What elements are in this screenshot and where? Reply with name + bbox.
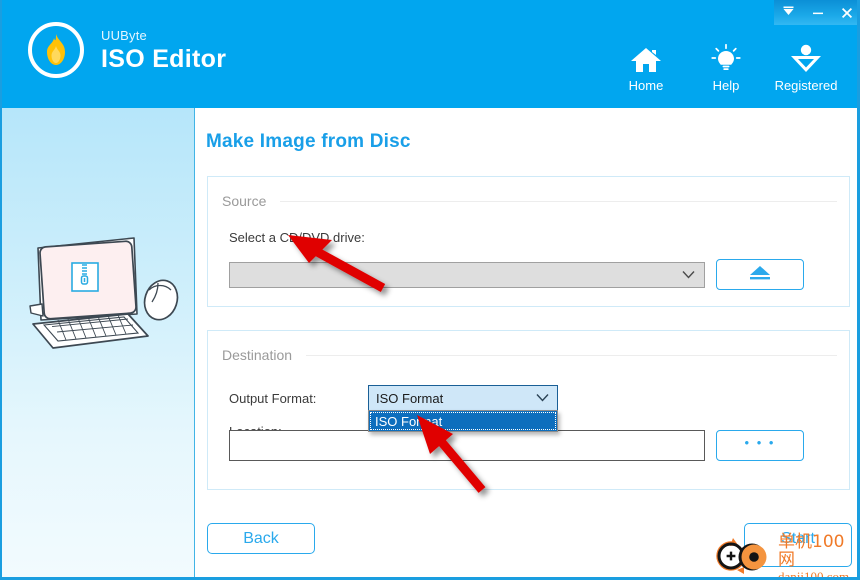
destination-panel: Destination Output Format: ISO Format IS…: [207, 330, 850, 490]
drive-field-label: Select a CD/DVD drive:: [229, 230, 365, 245]
home-icon: [630, 40, 662, 74]
brand: UUByte ISO Editor: [28, 22, 226, 78]
brand-subtitle: UUByte: [101, 27, 147, 43]
location-input[interactable]: [229, 430, 705, 461]
divider: [280, 200, 837, 202]
source-group-header: Source: [208, 193, 849, 209]
eject-button[interactable]: [716, 259, 804, 290]
output-format-option[interactable]: ISO Format: [369, 411, 557, 431]
laptop-with-archive-file-illustration: [16, 228, 184, 363]
header-action-label: Registered: [774, 78, 838, 93]
watermark: 单机100网 danji100.com: [714, 532, 857, 580]
application-window: UUByte ISO Editor Home Help Registered M…: [0, 0, 860, 580]
minimize-icon[interactable]: [806, 1, 830, 25]
lightbulb-icon: [711, 40, 741, 74]
header-action-label: Help: [712, 78, 740, 93]
window-titlebar: [774, 0, 857, 25]
header-actions: Home Help Registered: [606, 40, 846, 93]
destination-group-header: Destination: [208, 347, 849, 363]
divider: [306, 354, 837, 356]
header-action-registered[interactable]: Registered: [766, 40, 846, 93]
output-format-select[interactable]: ISO Format: [368, 385, 558, 411]
cd-dvd-drive-select[interactable]: [229, 262, 705, 288]
back-button-label: Back: [243, 529, 279, 547]
header-action-label: Home: [628, 78, 664, 93]
close-icon[interactable]: [835, 1, 857, 25]
brand-title: ISO Editor: [101, 44, 227, 73]
menu-chevron-down-icon[interactable]: [777, 1, 801, 25]
header-action-help[interactable]: Help: [686, 40, 766, 93]
page-title: Make Image from Disc: [206, 131, 411, 152]
app-header: UUByte ISO Editor Home Help Registered: [2, 0, 857, 108]
sidebar: [2, 108, 195, 577]
source-panel: Source Select a CD/DVD drive:: [207, 176, 850, 307]
output-format-label: Output Format:: [229, 391, 317, 406]
watermark-en-text: danji100.com: [778, 568, 850, 580]
main-content: Make Image from Disc Source Select a CD/…: [196, 108, 857, 577]
chevron-down-icon: [536, 389, 549, 407]
registered-user-icon: [789, 40, 823, 74]
browse-button[interactable]: • • •: [716, 430, 804, 461]
output-format-select-value: ISO Format: [376, 390, 444, 406]
output-format-listbox[interactable]: ISO Format: [368, 410, 558, 432]
browse-button-label: • • •: [744, 435, 776, 450]
header-action-home[interactable]: Home: [606, 40, 686, 93]
danji100-logo-icon: [714, 534, 776, 577]
destination-group-label: Destination: [222, 347, 293, 363]
back-button[interactable]: Back: [207, 523, 315, 554]
chevron-down-icon: [682, 266, 695, 284]
watermark-cn-text: 单机100网: [778, 532, 845, 570]
source-group-label: Source: [222, 193, 267, 209]
eject-icon: [747, 264, 773, 285]
flame-logo-icon: [28, 22, 84, 78]
